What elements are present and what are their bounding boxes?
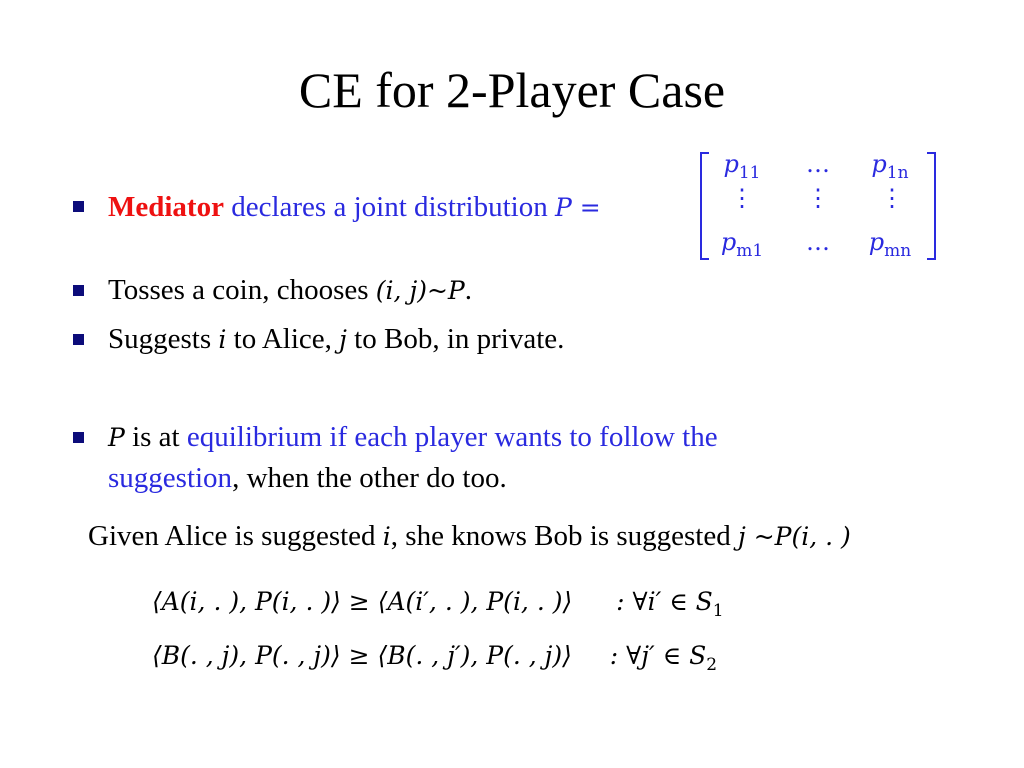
bullet-marker <box>73 285 84 296</box>
matrix-cell: ⋮ <box>806 184 830 212</box>
matrix-cell: … <box>806 150 830 178</box>
bullet-text: declares a joint distribution <box>223 191 555 223</box>
matrix-cell: pmn <box>868 228 912 261</box>
bullet-toss-coin: Tosses a coin, chooses (i, j)~P. <box>108 274 472 306</box>
matrix-cell: ⋮ <box>730 184 754 212</box>
probability-matrix: p11 … p1n ⋮ ⋮ ⋮ pm1 … pmn <box>700 150 936 262</box>
bullet-suggests: Suggests i to Alice, j to Bob, in privat… <box>108 323 565 355</box>
matrix-cell: … <box>806 228 830 256</box>
matrix-cell: ⋮ <box>880 184 904 212</box>
bullet-marker <box>73 432 84 443</box>
mediator-label: Mediator <box>108 191 224 223</box>
bullet-equilibrium-line1: P is at equilibrium if each player wants… <box>108 421 718 453</box>
bullet-marker <box>73 334 84 345</box>
matrix-cell: p1n <box>871 150 909 183</box>
matrix-bracket-right <box>927 152 936 260</box>
inequality-alice: ⟨A(i, . ), P(i, . )⟩ ≥ ⟨A(i′, . ), P(i, … <box>152 587 724 621</box>
inequality-bob: ⟨B(. , j), P(. , j)⟩ ≥ ⟨B(. , j′), P(. ,… <box>152 641 718 675</box>
var-p: P <box>554 193 572 222</box>
given-statement: Given Alice is suggested i, she knows Bo… <box>88 520 851 552</box>
bullet-marker <box>73 201 84 212</box>
bullet-equilibrium-line2: suggestion, when the other do too. <box>108 462 507 494</box>
slide-title: CE for 2-Player Case <box>298 62 726 118</box>
matrix-cell: pm1 <box>720 228 764 261</box>
bullet-mediator: Mediator declares a joint distribution P… <box>108 189 601 226</box>
equals-sign: = <box>571 193 601 222</box>
matrix-cell: p11 <box>723 150 761 183</box>
matrix-bracket-left <box>700 152 709 260</box>
